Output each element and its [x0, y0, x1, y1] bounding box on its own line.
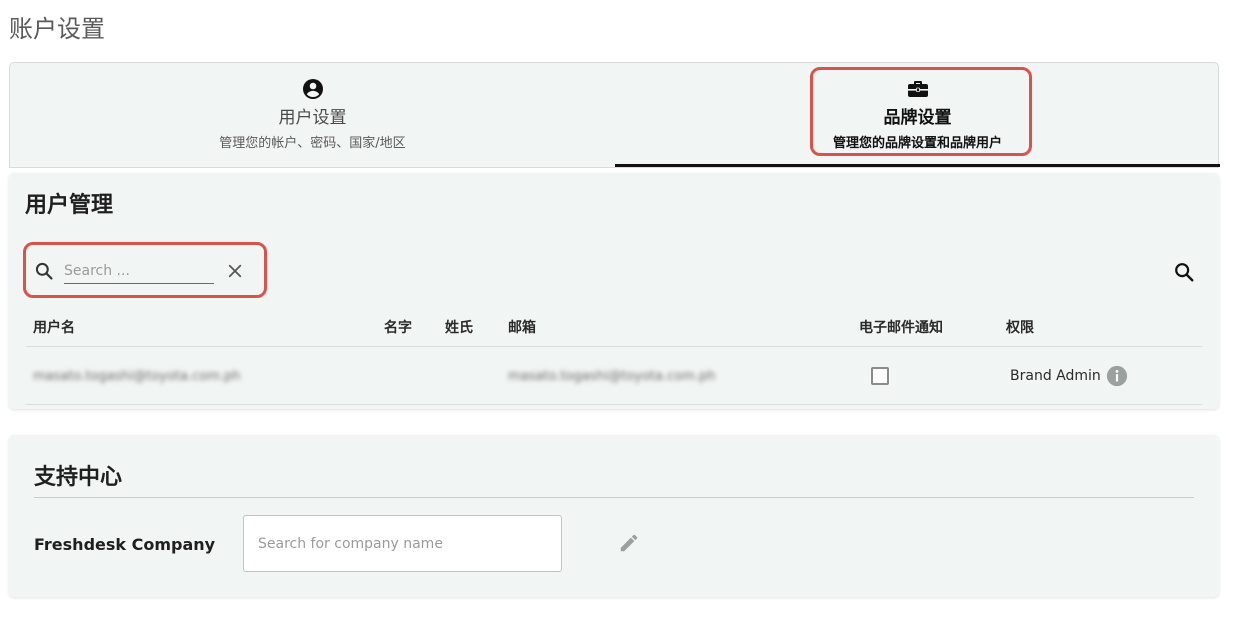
cell-email: masato.togashi@toyota.com.ph: [508, 369, 716, 384]
user-search-input[interactable]: [64, 258, 214, 284]
user-management-card: 用户管理 用户名 名字 姓氏 邮箱 电子邮件通知 权限 masato.togas…: [9, 173, 1219, 409]
freshdesk-company-label: Freshdesk Company: [34, 535, 216, 554]
email-notify-checkbox[interactable]: [871, 367, 889, 385]
table-row-divider: [26, 404, 1202, 405]
info-icon[interactable]: [1106, 365, 1128, 387]
company-name-input[interactable]: [243, 515, 562, 572]
tab-user-settings[interactable]: 用户设置 管理您的帐户、密码、国家/地区: [10, 63, 615, 167]
support-center-title: 支持中心: [34, 465, 123, 490]
table-header-divider: [26, 346, 1202, 347]
cell-role: Brand Admin: [1010, 368, 1101, 384]
tab-brand-settings-title: 品牌设置: [883, 108, 952, 128]
column-header-first-name[interactable]: 名字: [384, 317, 412, 337]
briefcase-icon: [907, 81, 928, 97]
user-search-box: [23, 242, 267, 298]
tab-user-settings-title: 用户设置: [278, 108, 347, 128]
tab-brand-settings-subtitle: 管理您的品牌设置和品牌用户: [832, 136, 1002, 151]
pencil-icon[interactable]: [618, 532, 640, 554]
tab-user-settings-subtitle: 管理您的帐户、密码、国家/地区: [219, 136, 406, 151]
column-header-email[interactable]: 邮箱: [508, 317, 536, 337]
close-icon[interactable]: [226, 262, 244, 280]
tab-brand-settings[interactable]: 品牌设置 管理您的品牌设置和品牌用户: [615, 63, 1220, 167]
cell-username: masato.togashi@toyota.com.ph: [33, 369, 241, 384]
column-header-email-notify[interactable]: 电子邮件通知: [859, 317, 943, 337]
user-management-title: 用户管理: [25, 193, 114, 218]
column-header-username[interactable]: 用户名: [33, 317, 75, 337]
account-circle-icon: [302, 79, 323, 99]
search-icon: [35, 262, 53, 280]
support-divider: [34, 497, 1194, 498]
column-header-role[interactable]: 权限: [1006, 317, 1034, 337]
search-icon[interactable]: [1173, 261, 1195, 283]
column-header-last-name[interactable]: 姓氏: [445, 317, 473, 337]
page-title: 账户设置: [9, 15, 105, 43]
settings-tabs: 用户设置 管理您的帐户、密码、国家/地区 品牌设置 管理您的品牌设置和品牌用户: [9, 62, 1220, 168]
support-center-card: 支持中心 Freshdesk Company: [9, 435, 1219, 597]
